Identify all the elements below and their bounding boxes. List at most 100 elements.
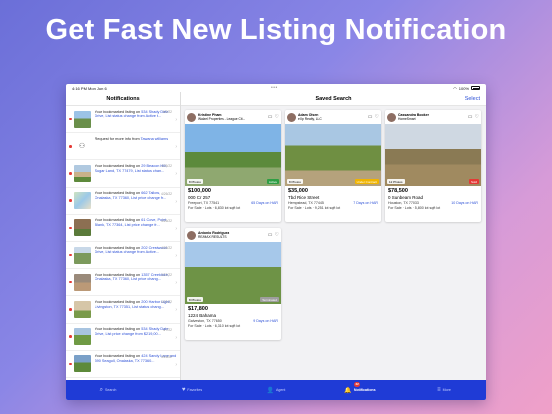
tab-label: Agent [276, 388, 286, 392]
agent-row: Cassandra Booker HomeSmart ▭ ♡ [385, 110, 481, 124]
notification-item[interactable]: Your bookmarked listing on 202 Crestwood… [66, 242, 180, 270]
avatar [187, 230, 196, 240]
photo-count: 8 Photos [187, 179, 203, 184]
notification-date: 4/7/22 [162, 327, 172, 332]
promo-headline: Get Fast New Listing Notification [45, 14, 507, 46]
chat-icon[interactable]: ▭ [368, 114, 373, 120]
notification-item[interactable]: Your bookmarked listing on 534 Shady Dat… [66, 324, 180, 351]
agent-company: RE/MAX RESULTS [198, 235, 227, 239]
photo-count: 8 Photos [287, 179, 303, 184]
listing-thumbnail [73, 355, 91, 373]
agent-row: Antonio Rodriguez RE/MAX RESULTS ▭ ♡ [185, 228, 281, 242]
unread-dot [69, 335, 72, 338]
chat-icon[interactable]: ▭ [268, 114, 273, 120]
tab-label: Notifications [353, 388, 376, 392]
heart-icon[interactable]: ♡ [375, 114, 379, 120]
photo-count: 8 Photos [187, 297, 203, 302]
tab-agent[interactable]: 👤 Agent [234, 380, 318, 400]
saved-search-header: Saved Search Select [181, 92, 486, 106]
listing-card[interactable]: Cassandra Booker HomeSmart ▭ ♡ 12 Photos S… [385, 110, 481, 222]
menu-icon: ≡ [437, 387, 441, 393]
tab-search[interactable]: ⌕ Search [66, 380, 150, 400]
notification-item[interactable]: Your bookmarked listing on 534 Shady Dat… [66, 106, 180, 134]
notifications-list: Your bookmarked listing on 534 Shady Dat… [66, 106, 180, 378]
chevron-right-icon: › [175, 198, 177, 205]
chevron-right-icon: › [175, 225, 177, 232]
tab-label: More [442, 388, 451, 392]
notification-item[interactable]: Your bookmarked listing on 1357 Creeklak… [66, 269, 180, 297]
heart-icon[interactable]: ♡ [275, 232, 279, 238]
listing-card[interactable]: Adam Olsen eXp Realty, LLC ▭ ♡ 8 Photos Un… [285, 110, 381, 222]
select-button[interactable]: Select [465, 96, 480, 102]
avatar [387, 112, 396, 122]
unread-dot [69, 362, 72, 366]
notification-date: 4/26/22 [161, 245, 172, 250]
person-icon: ⚇ [78, 143, 86, 151]
status-badge: Sold [468, 179, 479, 184]
listing-address: 000 Cr 257 [188, 195, 211, 200]
listing-photo[interactable]: 8 Photos Terminated [185, 242, 281, 304]
agent-row: Kristine Pham Walzel Properties - League … [185, 110, 281, 124]
chevron-right-icon: › [175, 280, 177, 287]
saved-search-panel: Saved Search Select Kristine Pham Walzel … [181, 92, 486, 380]
notification-item[interactable]: Your bookmarked listing on 29 Beacon Hil… [66, 160, 180, 188]
status-date: Mon Jun 6 [88, 85, 107, 91]
listing-thumbnail [73, 110, 91, 128]
listing-meta: For Sale · Lots · 6,310 lot sqft lot [188, 324, 241, 328]
listing-meta: For Sale · Lots · 9,251 lot sqft lot [288, 206, 341, 210]
listing-thumbnail [73, 164, 91, 182]
heart-icon[interactable]: ♡ [475, 114, 479, 120]
unread-dot [69, 253, 72, 257]
listing-price: $78,500 [388, 188, 408, 194]
avatar [187, 112, 196, 122]
unread-dot [69, 145, 72, 148]
bell-icon: 🔔 [344, 387, 352, 394]
tab-label: Favorites [187, 388, 203, 392]
days-on-market: 9 Days on HAR [253, 319, 278, 323]
notification-item[interactable]: Your bookmarked listing on 424 Sandy Lan… [66, 351, 180, 378]
notification-item[interactable]: Your bookmarked listing on 200 Harbor Li… [66, 296, 180, 324]
notification-item[interactable]: Your bookmarked listing on 662 Tallow, O… [66, 188, 180, 215]
notifications-panel: Notifications Your bookmarked listing on… [66, 92, 181, 380]
tab-bar: ⌕ Search ♥ Favorites 👤 Agent 🔔 Notifications 22 ≡… [66, 380, 486, 400]
notification-link[interactable]: Tawana williams [141, 137, 168, 141]
days-on-market: 65 Days on HAR [251, 201, 278, 205]
tab-label: Search [104, 388, 117, 392]
listing-thumbnail [73, 246, 91, 264]
unread-dot [69, 199, 72, 202]
tab-notifications[interactable]: 🔔 Notifications 22 [318, 380, 402, 400]
listing-price: $35,000 [288, 188, 308, 194]
tab-more[interactable]: ≡ More [402, 380, 486, 400]
search-icon: ⌕ [99, 386, 103, 393]
notification-item[interactable]: ⚇ Request for more info from Tawana will… [66, 133, 180, 161]
notification-date: 4/26/22 [161, 191, 172, 196]
days-on-market: 10 Days on HAR [451, 201, 478, 205]
notification-count-badge: 22 [354, 382, 361, 387]
listing-photo[interactable]: 8 Photos Active [185, 124, 281, 186]
saved-search-title: Saved Search [315, 96, 352, 102]
multitask-dots[interactable]: ••• [271, 85, 278, 91]
listing-thumbnail [73, 328, 91, 346]
listing-card[interactable]: Kristine Pham Walzel Properties - League … [185, 110, 281, 222]
agent-company: eXp Realty, LLC [298, 117, 322, 121]
battery-percent: 100% [458, 85, 469, 91]
tab-favorites[interactable]: ♥ Favorites [150, 380, 234, 400]
listing-photo[interactable]: 12 Photos Sold [385, 124, 481, 186]
chat-icon[interactable]: ▭ [268, 232, 273, 238]
wifi-icon: ◠ [453, 85, 457, 91]
listing-price: $17,800 [188, 306, 208, 312]
listing-photo[interactable]: 8 Photos Under Contract [285, 124, 381, 186]
notification-date: 6/2/22 [162, 110, 172, 114]
unread-dot [69, 280, 72, 284]
photo-count: 12 Photos [387, 179, 405, 184]
chevron-right-icon: › [175, 307, 177, 314]
agent-company: HomeSmart [398, 117, 416, 121]
listing-card[interactable]: Antonio Rodriguez RE/MAX RESULTS ▭ ♡ 8 Pho… [185, 228, 281, 340]
notifications-title: Notifications [66, 92, 180, 106]
heart-icon[interactable]: ♡ [275, 114, 279, 120]
unread-dot [69, 117, 72, 121]
chat-icon[interactable]: ▭ [468, 114, 473, 120]
tablet-screen: 4:16 PM Mon Jun 6 ••• ◠ 100% Notificatio… [66, 84, 486, 400]
notification-item[interactable]: Your bookmarked listing on 61 Cove, Poin… [66, 215, 180, 242]
listing-thumbnail [73, 219, 91, 237]
